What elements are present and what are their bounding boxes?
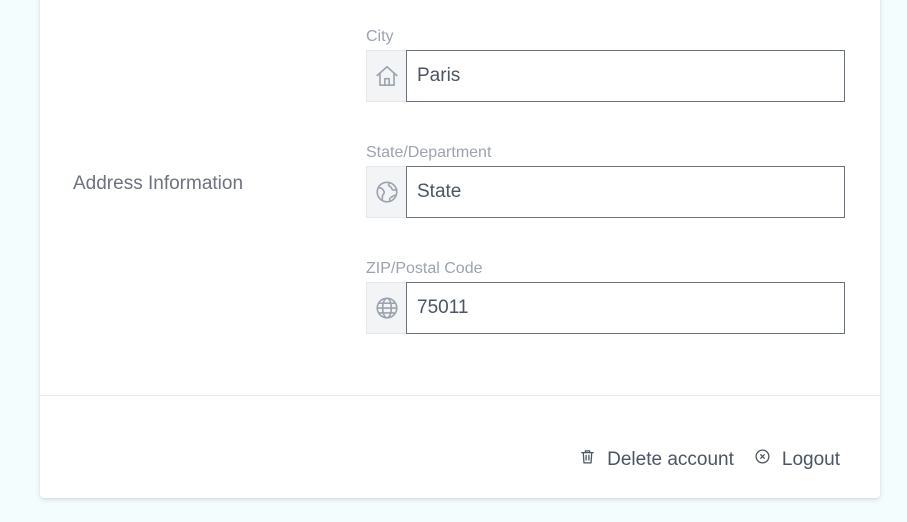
account-settings-card: Address Information City State/Departmen… bbox=[40, 0, 880, 498]
globe-icon bbox=[366, 282, 406, 334]
state-input-group bbox=[366, 166, 845, 218]
zip-label: ZIP/Postal Code bbox=[366, 260, 483, 277]
state-input[interactable] bbox=[406, 166, 845, 218]
city-field-group: City bbox=[366, 28, 845, 102]
zip-field-group: ZIP/Postal Code bbox=[366, 260, 845, 334]
footer-divider bbox=[40, 395, 880, 396]
globe-map-icon bbox=[366, 166, 406, 218]
delete-account-button[interactable]: Delete account bbox=[579, 448, 734, 471]
close-circle-icon bbox=[754, 448, 771, 471]
delete-account-label: Delete account bbox=[607, 448, 734, 470]
state-label: State/Department bbox=[366, 144, 492, 161]
logout-button[interactable]: Logout bbox=[754, 448, 840, 471]
logout-label: Logout bbox=[781, 448, 840, 470]
account-actions: Delete account Logout bbox=[579, 448, 840, 471]
home-icon bbox=[366, 50, 406, 102]
city-input[interactable] bbox=[406, 50, 845, 102]
zip-input[interactable] bbox=[406, 282, 845, 334]
zip-input-group bbox=[366, 282, 845, 334]
city-input-group bbox=[366, 50, 845, 102]
section-title: Address Information bbox=[73, 173, 244, 194]
city-label: City bbox=[366, 28, 394, 45]
state-field-group: State/Department bbox=[366, 144, 845, 218]
trash-icon bbox=[579, 448, 596, 471]
